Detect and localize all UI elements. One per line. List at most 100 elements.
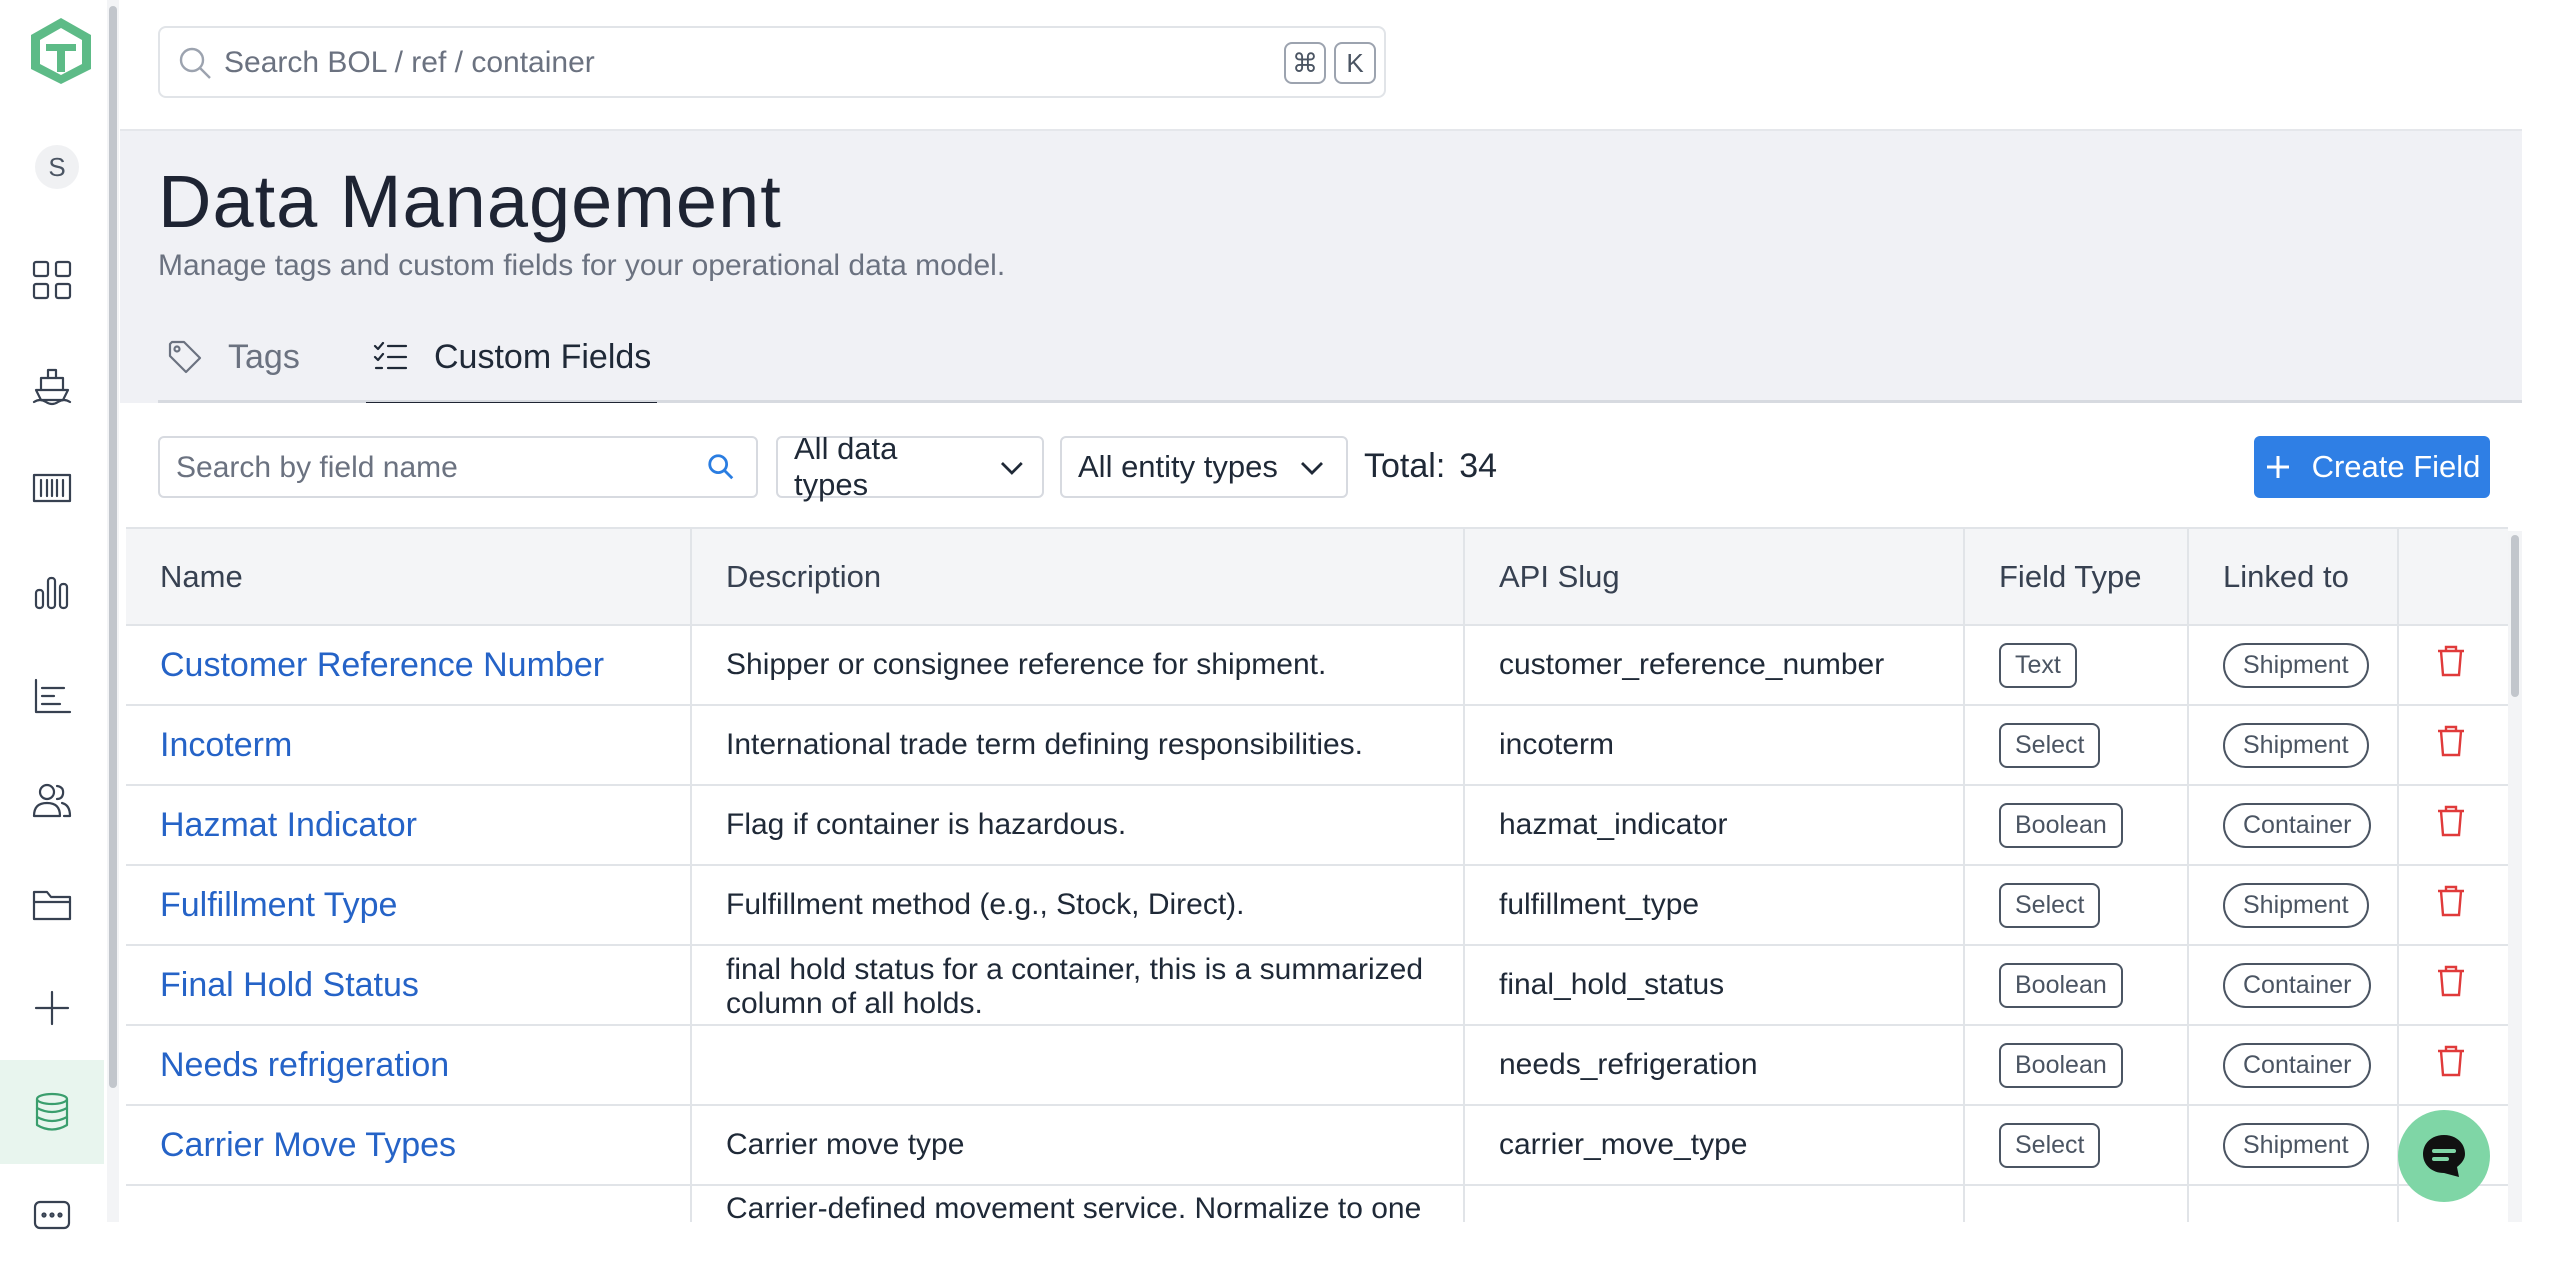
field-search[interactable] [158,436,758,498]
tab-custom-fields[interactable]: Custom Fields [366,311,658,406]
sidebar-item-reports[interactable] [0,644,104,748]
tab-tags[interactable]: Tags [166,311,300,403]
linked-to-cell [2188,1185,2399,1222]
field-name-link[interactable]: Hazmat Indicator [126,785,692,866]
field-type-badge: Boolean [1999,802,2123,848]
table-row: Hazmat Indicator Flag if container is ha… [126,785,2508,866]
sidebar-scrollbar-thumb[interactable] [109,6,117,1088]
field-type-badge: Boolean [1999,1042,2123,1088]
field-name-link[interactable]: Carrier Move Types [126,1105,692,1186]
linked-to-cell: Shipment [2188,705,2399,786]
table-row: Carrier Move Types Carrier move type car… [126,1105,2508,1186]
app-logo[interactable] [28,16,94,86]
field-type-badge: Select [1999,882,2101,928]
page-subtitle: Manage tags and custom fields for your o… [158,249,1006,282]
topbar: ⌘ K [120,0,2522,131]
total-count: Total: 34 [1364,447,1497,486]
field-api-slug [1464,1185,1965,1222]
total-label: Total: [1364,447,1446,485]
field-name-link[interactable]: Incoterm [126,705,692,786]
table-header-row: Name Description API Slug Field Type Lin… [126,527,2508,626]
sidebar-item-add[interactable] [0,956,104,1060]
column-header-api-slug[interactable]: API Slug [1464,527,1965,626]
linked-entity-badge: Shipment [2223,1122,2369,1168]
field-type-cell: Select [1964,705,2189,786]
table-row: Customer Reference Number Shipper or con… [126,625,2508,706]
field-api-slug: needs_refrigeration [1464,1025,1965,1106]
global-search-input[interactable] [224,40,1204,86]
field-api-slug: incoterm [1464,705,1965,786]
linked-to-cell: Container [2188,945,2399,1026]
sidebar-item-analytics[interactable] [0,540,104,644]
field-type-cell: Boolean [1964,785,2189,866]
trash-icon[interactable] [2435,884,2467,918]
field-type-badge: Select [1999,1122,2101,1168]
page-header: Data Management Manage tags and custom f… [120,131,2522,406]
ship-icon [32,368,72,406]
field-description: Shipper or consignee reference for shipm… [691,625,1465,706]
sidebar-item-files[interactable] [0,852,104,956]
data-type-filter[interactable]: All data types [776,431,1044,502]
field-name-link[interactable]: Final Hold Status [126,945,692,1026]
field-description: Carrier move type [691,1105,1465,1186]
chevron-down-icon [1300,462,1323,475]
trash-icon[interactable] [2435,1044,2467,1078]
line-chart-icon [34,678,72,714]
trash-icon[interactable] [2435,964,2467,998]
bar-chart-icon [34,576,69,610]
table-row: Final Hold Status final hold status for … [126,945,2508,1026]
field-api-slug: fulfillment_type [1464,865,1965,946]
delete-cell [2398,625,2508,706]
field-name-link[interactable]: Needs refrigeration [126,1025,692,1106]
sidebar-item-dashboard[interactable] [0,228,104,332]
linked-entity-badge: Shipment [2223,722,2369,768]
field-name-link[interactable]: Customer Reference Number [126,625,692,706]
create-field-button[interactable]: Create Field [2254,436,2490,498]
linked-entity-badge: Shipment [2223,882,2369,928]
sidebar-item-messages[interactable] [0,1164,104,1268]
entity-type-filter[interactable]: All entity types [1060,436,1348,498]
table-scrollbar-thumb[interactable] [2511,535,2519,697]
linked-to-cell: Shipment [2188,865,2399,946]
chat-bubble-icon [2423,1135,2465,1177]
tab-tags-label: Tags [228,337,300,376]
column-header-description[interactable]: Description [691,527,1465,626]
delete-cell [2398,945,2508,1026]
plus-icon [34,990,70,1026]
sidebar-item-containers[interactable] [0,436,104,540]
linked-to-cell: Container [2188,1025,2399,1106]
column-header-name[interactable]: Name [126,527,692,626]
delete-cell [2398,1025,2508,1106]
field-type-cell: Text [1964,625,2189,706]
linked-to-cell: Shipment [2188,625,2399,706]
data-type-filter-value: All data types [794,431,898,502]
search-icon[interactable] [706,452,738,484]
global-search[interactable]: ⌘ K [158,26,1386,98]
field-name-link[interactable] [126,1185,692,1222]
grid-icon [32,260,72,300]
table-scrollbar[interactable] [2508,531,2522,1222]
field-search-input[interactable] [176,448,676,488]
avatar[interactable]: S [35,145,79,189]
field-name-link[interactable]: Fulfillment Type [126,865,692,946]
chat-support-button[interactable] [2398,1110,2490,1202]
column-header-linked-to[interactable]: Linked to [2188,527,2399,626]
chat-icon [33,1200,71,1230]
field-type-cell: Select [1964,865,2189,946]
sidebar-item-data-management[interactable] [0,1060,104,1164]
sidebar: S [0,0,108,1230]
trash-icon[interactable] [2435,804,2467,838]
trash-icon[interactable] [2435,724,2467,758]
delete-cell [2398,865,2508,946]
linked-to-cell: Container [2188,785,2399,866]
field-type-cell: Boolean [1964,1025,2189,1106]
field-type-badge: Select [1999,722,2101,768]
sidebar-item-users[interactable] [0,748,104,852]
folder-icon [32,890,72,921]
sidebar-item-shipments[interactable] [0,332,104,436]
tab-custom-fields-label: Custom Fields [434,337,652,376]
sidebar-scrollbar[interactable] [107,0,119,1222]
trash-icon[interactable] [2435,644,2467,678]
column-header-field-type[interactable]: Field Type [1964,527,2189,626]
page-right-gutter [2522,0,2550,1222]
